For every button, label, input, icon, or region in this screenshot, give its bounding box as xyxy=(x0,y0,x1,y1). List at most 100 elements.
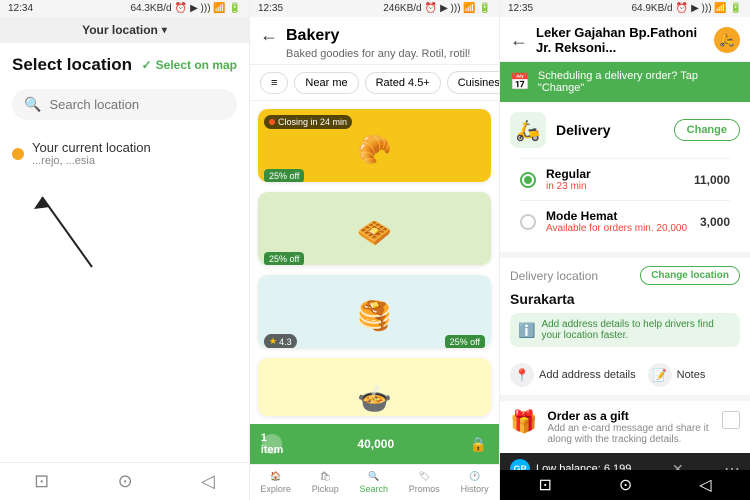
explore-icon: 🏠 xyxy=(270,471,281,482)
closing-badge-1: Closing in 24 min xyxy=(264,115,352,129)
radio-inner-regular xyxy=(524,176,532,184)
filter-icon-btn[interactable]: ≡ xyxy=(260,72,288,94)
delivery-type-icon: 🛵 xyxy=(510,112,546,148)
explore-label: Explore xyxy=(260,484,291,494)
gift-checkbox[interactable] xyxy=(722,411,740,429)
search-nav-label: Search xyxy=(359,484,388,494)
option-hemat[interactable]: Mode Hemat Available for orders min. 20,… xyxy=(510,201,740,242)
gopay-icon: GP xyxy=(510,459,530,470)
change-delivery-button[interactable]: Change xyxy=(674,119,740,141)
restaurant-img-4: 🍲 xyxy=(258,358,491,416)
gift-order-subtitle: Add an e-card message and share it along… xyxy=(547,423,712,445)
notes-btn[interactable]: 📝 Notes xyxy=(648,363,706,387)
restaurant-card-3[interactable]: 🥞 ★ 4.3 25% off Leker Gajahan Bp.Fathoni… xyxy=(258,275,491,348)
back-button[interactable]: ← xyxy=(260,25,278,46)
more-options-icon[interactable]: ⋯ xyxy=(724,459,740,470)
hemat-label: Mode Hemat xyxy=(546,209,690,223)
bakery-subtitle: Baked goodies for any day. Rotil, rotil! xyxy=(260,48,489,60)
restaurant-card-1[interactable]: 🥐 Closing in 24 min 25% off Cakwe Hoo, P… xyxy=(258,109,491,182)
add-address-btn[interactable]: 📍 Add address details xyxy=(510,363,636,387)
filter-rated[interactable]: Rated 4.5+ xyxy=(365,72,441,94)
time-1: 12:34 xyxy=(8,3,33,14)
restaurant-card-4[interactable]: 🍲 Pingkan Masakan Khas Manad... $$$ · Ri… xyxy=(258,358,491,416)
bottom-navbar-1: ⊡ ⊙ ◁ xyxy=(0,462,249,500)
nav-search[interactable]: 🔍 Search xyxy=(359,471,388,494)
gift-order-section: 🎁 Order as a gift Add an e-card message … xyxy=(500,401,750,453)
location-dot-icon xyxy=(12,148,24,160)
time-3: 12:35 xyxy=(508,3,533,14)
promos-icon: 🏷 xyxy=(419,471,430,482)
delivery-location-label: Delivery location xyxy=(510,269,598,283)
gift-order-title: Order as a gift xyxy=(547,409,712,423)
status-bar-3: 12:35 64.9KB/d ⏰ ▶ ))) 📶 🔋 xyxy=(500,0,750,17)
pickup-icon: 🛍 xyxy=(319,471,330,482)
status-bar-2: 12:35 246KB/d ⏰ ▶ ))) 📶 🔋 xyxy=(250,0,499,17)
page-title: Select location xyxy=(12,55,132,75)
delivery-location-header: Delivery location Change location xyxy=(510,266,740,285)
nav-circle-3[interactable]: ⊙ xyxy=(619,475,632,495)
filter-bar: ≡ Near me Rated 4.5+ Cuisines ▾ xyxy=(250,65,499,101)
status-icons-3: 64.9KB/d ⏰ ▶ ))) 📶 🔋 xyxy=(631,3,742,14)
restaurant-card-2[interactable]: 🧇 25% off Souffle Time N Mini Waffel, La… xyxy=(258,192,491,265)
filter-cuisines[interactable]: Cuisines ▾ xyxy=(447,71,499,94)
delivery-type-row: 🛵 Delivery Change xyxy=(510,112,740,148)
option-hemat-text: Mode Hemat Available for orders min. 20,… xyxy=(546,209,690,234)
delivery-label: Delivery xyxy=(556,122,664,138)
cart-price: 40,000 xyxy=(357,437,394,451)
location-selector[interactable]: Your location ▾ xyxy=(82,23,167,37)
discount-badge-1: 25% off xyxy=(264,169,304,182)
radio-hemat[interactable] xyxy=(520,214,536,230)
select-location-body: Select location ✓ Select on map 🔍 Your c… xyxy=(0,43,249,462)
nav-promos[interactable]: 🏷 Promos xyxy=(409,471,440,494)
low-balance-text: Low balance: 6,199 xyxy=(536,463,631,470)
cart-item-count: 1 item xyxy=(262,434,282,454)
time-2: 12:35 xyxy=(258,3,283,14)
nav-back-3[interactable]: ◁ xyxy=(699,475,711,495)
nav-back[interactable]: ◁ xyxy=(201,471,215,492)
change-location-button[interactable]: Change location xyxy=(640,266,740,285)
nav-history[interactable]: 🕐 History xyxy=(461,471,489,494)
low-balance-info: GP Low balance: 6,199 xyxy=(510,459,631,470)
restaurant-list: 🥐 Closing in 24 min 25% off Cakwe Hoo, P… xyxy=(250,101,499,424)
discount-badge-2: 25% off xyxy=(264,252,304,265)
search-bar[interactable]: 🔍 xyxy=(12,89,237,120)
arrow-svg xyxy=(12,187,132,277)
discount-badge-3: 25% off xyxy=(445,335,485,348)
radio-regular[interactable] xyxy=(520,172,536,188)
search-nav-icon: 🔍 xyxy=(368,471,379,482)
nav-explore[interactable]: 🏠 Explore xyxy=(260,471,291,494)
add-address-label: Add address details xyxy=(539,369,636,381)
select-map-label: Select on map xyxy=(156,58,237,72)
close-balance-icon[interactable]: ✕ xyxy=(672,461,684,471)
bakery-title-row: ← Bakery xyxy=(260,25,489,46)
cart-lock-icon: 🔒 xyxy=(470,436,487,453)
select-on-map-btn[interactable]: ✓ Select on map xyxy=(142,58,237,72)
search-input[interactable] xyxy=(49,97,225,112)
order-header: ← Leker Gajahan Bp.Fathoni Jr. Reksoni..… xyxy=(500,17,750,62)
delivery-location-section: Delivery location Change location Suraka… xyxy=(500,258,750,355)
current-location-item[interactable]: Your current location ...rejo, ...esia xyxy=(12,134,237,173)
nav-square[interactable]: ⊡ xyxy=(34,471,49,492)
restaurant-img-1: 🥐 Closing in 24 min 25% off xyxy=(258,109,491,182)
nav-pickup[interactable]: 🛍 Pickup xyxy=(312,471,339,494)
option-regular[interactable]: Regular in 23 min 11,000 xyxy=(510,159,740,200)
filter-near-me[interactable]: Near me xyxy=(294,72,358,94)
chevron-down-icon: ▾ xyxy=(162,25,167,36)
restaurant-img-2: 🧇 25% off xyxy=(258,192,491,265)
current-location-label: Your current location xyxy=(32,140,151,155)
back-button-3[interactable]: ← xyxy=(510,30,528,51)
search-icon: 🔍 xyxy=(24,96,41,113)
regular-sublabel: in 23 min xyxy=(546,181,684,192)
low-balance-bar: GP Low balance: 6,199 ✕ ⋯ xyxy=(500,453,750,470)
history-label: History xyxy=(461,484,489,494)
calendar-icon: 📅 xyxy=(510,72,530,92)
bottom-navbar-2: 🏠 Explore 🛍 Pickup 🔍 Search 🏷 Promos 🕐 H… xyxy=(250,464,499,500)
top-bar-location[interactable]: Your location ▾ xyxy=(0,17,249,43)
nav-square-3[interactable]: ⊡ xyxy=(538,475,551,495)
nav-circle[interactable]: ⊙ xyxy=(118,471,133,492)
option-regular-text: Regular in 23 min xyxy=(546,167,684,192)
checkmark-icon: ✓ xyxy=(142,58,152,72)
regular-price: 11,000 xyxy=(694,173,730,187)
cart-bar[interactable]: 1 item 40,000 🔒 xyxy=(250,424,499,464)
hint-text: Add address details to help drivers find… xyxy=(541,319,732,341)
